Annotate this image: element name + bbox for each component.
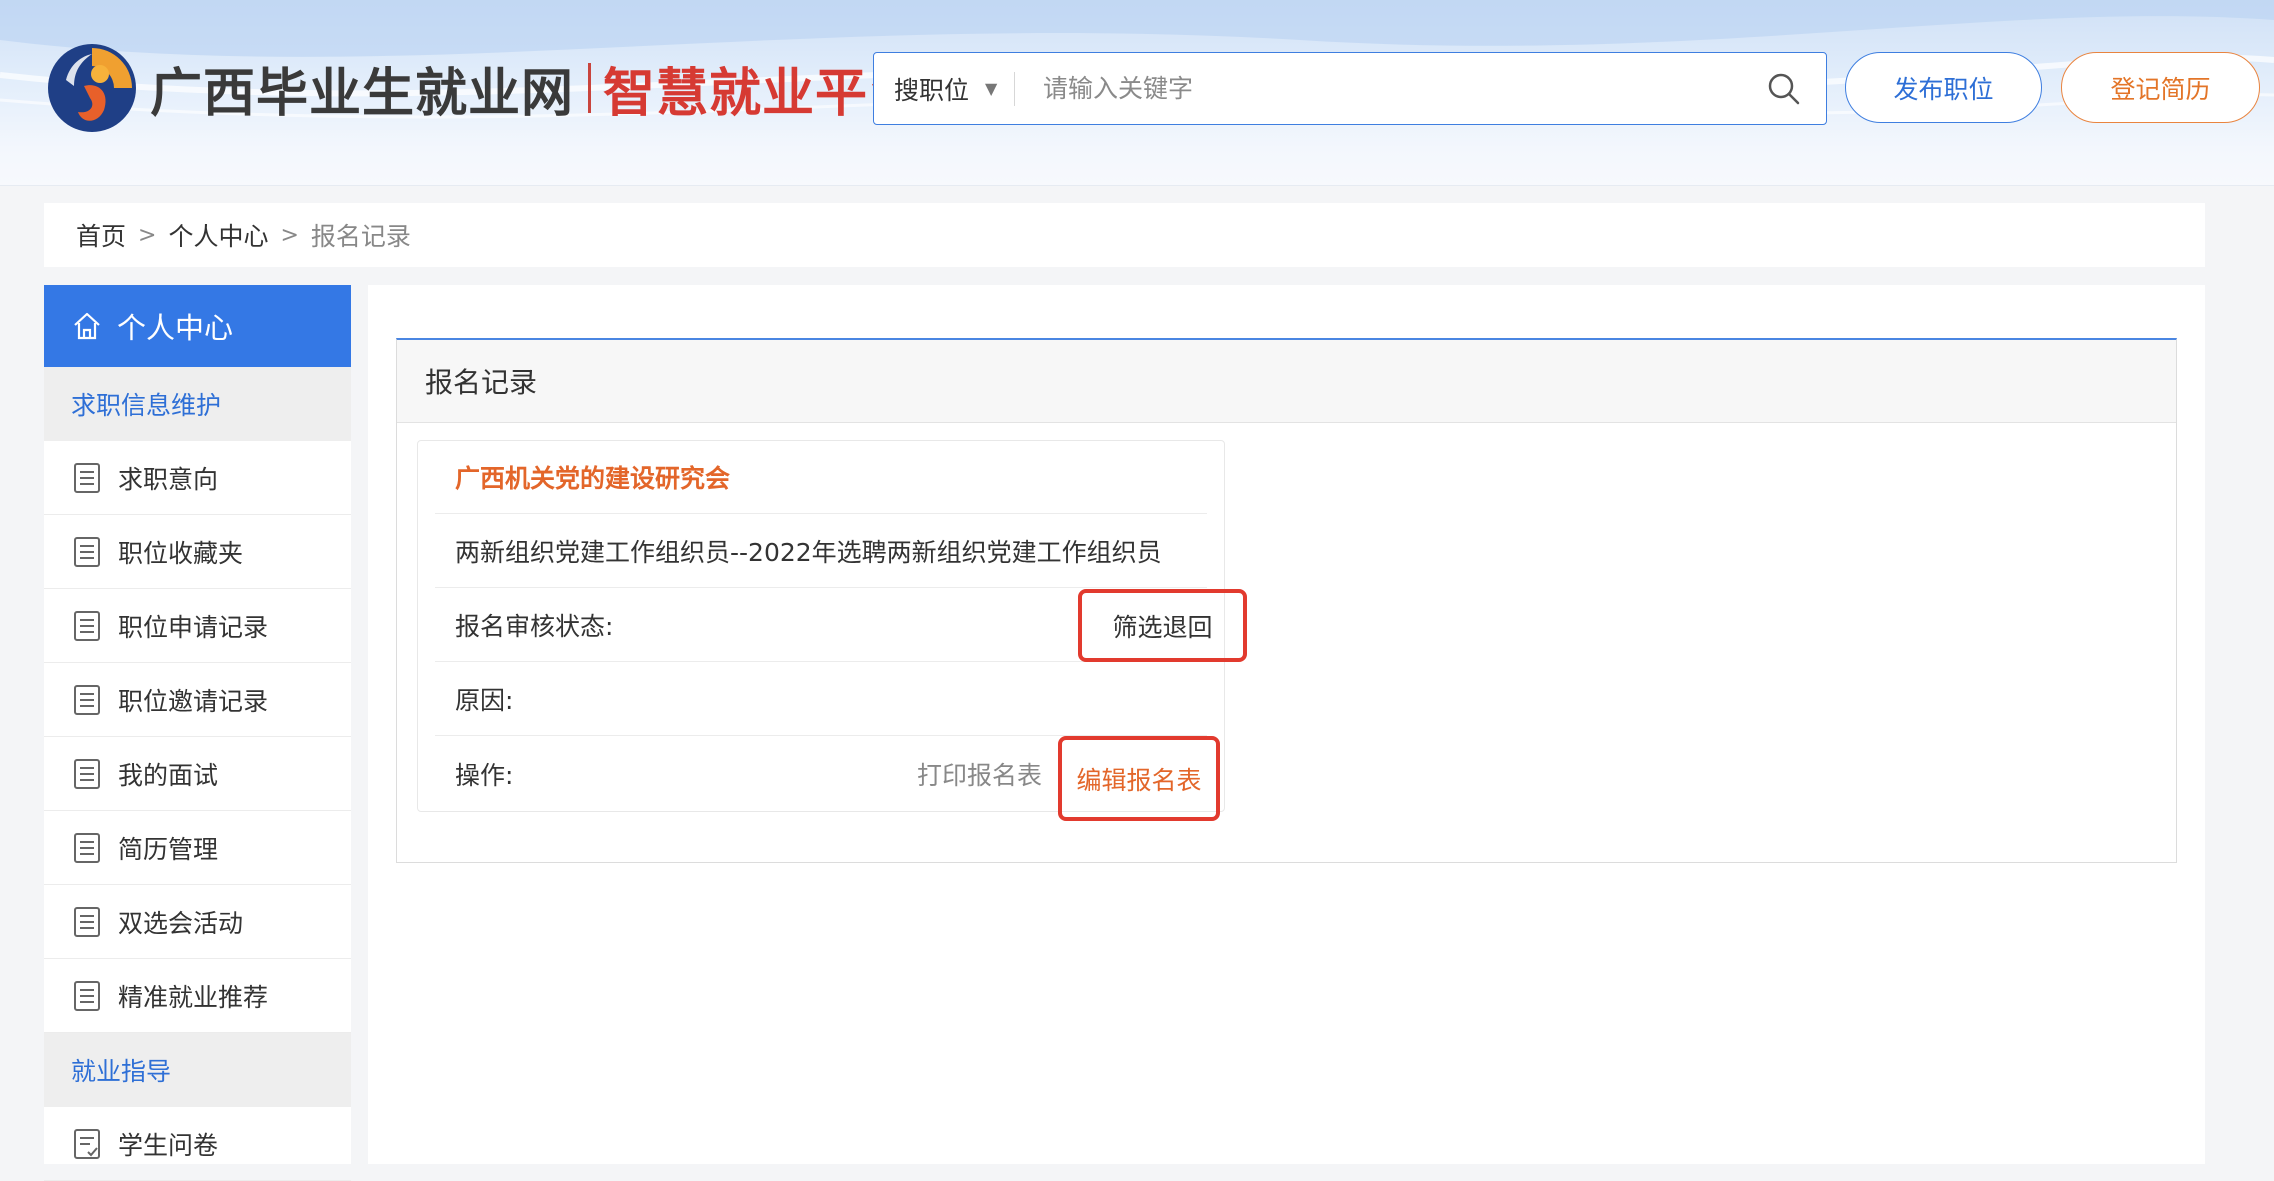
record-status-value: 筛选退回 — [1078, 589, 1247, 662]
record-status-row: 报名审核状态: 筛选退回 — [435, 589, 1247, 662]
breadcrumb-home[interactable]: 首页 — [76, 217, 126, 253]
publish-job-button[interactable]: 发布职位 — [1845, 52, 2042, 123]
record-ops-row: 操作: 打印报名表 编辑报名表 — [435, 736, 1220, 821]
sidebar-item-label: 精准就业推荐 — [118, 982, 269, 1012]
logo-emblem-icon — [48, 44, 136, 132]
sidebar-item-job-intention[interactable]: 求职意向 — [44, 441, 351, 515]
sidebar-item-label: 职位邀请记录 — [118, 686, 269, 716]
breadcrumb-current: 报名记录 — [310, 222, 411, 251]
sidebar-item-resume-management[interactable]: 简历管理 — [44, 811, 351, 885]
search-input[interactable] — [1015, 57, 1764, 120]
record-reason-row: 原因: — [435, 663, 1207, 736]
search-icon[interactable] — [1764, 69, 1804, 109]
sidebar-item-my-interviews[interactable]: 我的面试 — [44, 737, 351, 811]
register-resume-button[interactable]: 登记简历 — [2061, 52, 2260, 123]
document-icon — [74, 536, 100, 567]
record-org-row: 广西机关党的建设研究会 — [435, 441, 1207, 514]
sidebar-group-job-info[interactable]: 求职信息维护 — [44, 367, 351, 441]
sidebar-item-application-records[interactable]: 职位申请记录 — [44, 589, 351, 663]
document-icon — [74, 980, 100, 1011]
sidebar-item-label: 简历管理 — [118, 834, 219, 864]
site-header: 广西毕业生就业网 智慧就业平台 搜职位 ▼ 发布职位 登记简历 — [0, 0, 2274, 186]
document-icon — [74, 832, 100, 863]
logo-title: 广西毕业生就业网 — [150, 63, 575, 124]
document-icon — [74, 758, 100, 789]
search-bar: 搜职位 ▼ — [873, 52, 1827, 125]
chevron-right-icon: > — [280, 222, 299, 248]
record-org-name[interactable]: 广西机关党的建设研究会 — [455, 459, 730, 495]
breadcrumb-personal-center[interactable]: 个人中心 — [168, 217, 268, 253]
record-position-title[interactable]: 两新组织党建工作组织员--2022年选聘两新组织党建工作组织员 — [455, 533, 1162, 569]
panel-title: 报名记录 — [397, 340, 2176, 423]
record-reason-label: 原因: — [455, 686, 514, 715]
sidebar-group-career-guidance[interactable]: 就业指导 — [44, 1033, 351, 1107]
records-panel: 报名记录 广西机关党的建设研究会 两新组织党建工作组织员--2022年选聘两新组… — [396, 338, 2177, 863]
breadcrumb: 首页 > 个人中心 > 报名记录 — [44, 203, 2205, 267]
search-type-select[interactable]: 搜职位 ▼ — [874, 71, 1014, 107]
chevron-right-icon: > — [138, 222, 157, 248]
site-logo[interactable]: 广西毕业生就业网 智慧就业平台 — [44, 40, 921, 136]
sidebar-item-label: 双选会活动 — [118, 908, 244, 938]
sidebar-item-label: 职位收藏夹 — [118, 538, 244, 568]
sidebar-title: 个人中心 — [117, 311, 234, 345]
record-ops-label: 操作: — [455, 760, 514, 790]
record-position-row: 两新组织党建工作组织员--2022年选聘两新组织党建工作组织员 — [435, 515, 1207, 588]
sidebar-header[interactable]: 个人中心 — [44, 285, 351, 367]
sidebar-item-label: 学生问卷 — [118, 1130, 219, 1160]
edit-form-link[interactable]: 编辑报名表 — [1058, 736, 1220, 821]
sidebar: 个人中心 求职信息维护 求职意向 职位收藏夹 职位申请记录 职位邀请记录 我的面… — [44, 285, 351, 1181]
sidebar-item-student-survey[interactable]: 学生问卷 — [44, 1107, 351, 1181]
sidebar-item-label: 求职意向 — [118, 464, 219, 494]
document-icon — [74, 684, 100, 715]
sidebar-item-label: 职位申请记录 — [118, 612, 269, 642]
caret-down-icon: ▼ — [985, 79, 998, 98]
sidebar-item-label: 我的面试 — [118, 760, 219, 790]
home-icon — [74, 312, 100, 340]
document-icon — [74, 906, 100, 937]
survey-icon — [74, 1128, 100, 1159]
sidebar-item-invitation-records[interactable]: 职位邀请记录 — [44, 663, 351, 737]
logo-divider — [588, 63, 592, 113]
sidebar-item-job-fair[interactable]: 双选会活动 — [44, 885, 351, 959]
sidebar-item-job-favorites[interactable]: 职位收藏夹 — [44, 515, 351, 589]
record-status-label: 报名审核状态: — [455, 612, 614, 641]
sidebar-item-precise-recommendation[interactable]: 精准就业推荐 — [44, 959, 351, 1033]
document-icon — [74, 462, 100, 493]
document-icon — [74, 610, 100, 641]
main-content: 报名记录 广西机关党的建设研究会 两新组织党建工作组织员--2022年选聘两新组… — [368, 285, 2205, 1164]
record-card: 广西机关党的建设研究会 两新组织党建工作组织员--2022年选聘两新组织党建工作… — [417, 440, 1247, 821]
search-type-label: 搜职位 — [894, 75, 970, 105]
print-form-link[interactable]: 打印报名表 — [917, 756, 1042, 792]
